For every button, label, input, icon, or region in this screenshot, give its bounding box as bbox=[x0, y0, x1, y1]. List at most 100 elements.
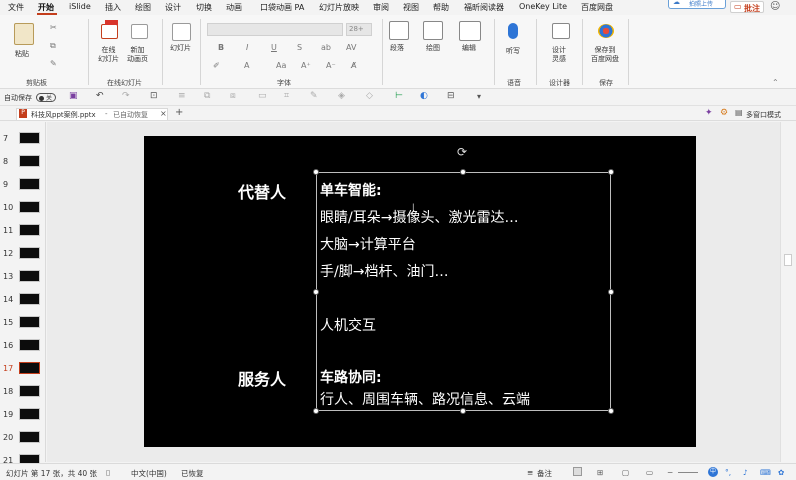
design-ideas-icon[interactable] bbox=[552, 23, 570, 39]
shape-icon[interactable]: ▭ bbox=[258, 91, 267, 101]
pen-icon[interactable]: ✎ bbox=[310, 91, 318, 101]
drawing-icon[interactable] bbox=[423, 21, 443, 40]
menu-help[interactable]: 帮助 bbox=[433, 2, 449, 13]
rotate-handle-icon[interactable]: ⟳ bbox=[457, 145, 467, 159]
smiley-icon[interactable]: ☺ bbox=[770, 1, 780, 12]
slide-thumbnail[interactable]: 7 bbox=[0, 128, 46, 148]
char-spacing-icon[interactable]: AV bbox=[346, 43, 356, 52]
menu-file[interactable]: 文件 bbox=[8, 2, 24, 13]
menu-animations[interactable]: 动画 bbox=[226, 2, 242, 13]
keyboard-icon[interactable]: ⌨ bbox=[760, 468, 771, 477]
layer-icon[interactable]: ⧈ bbox=[230, 91, 236, 101]
slide-thumbnail[interactable]: 11 bbox=[0, 220, 46, 240]
highlight-icon[interactable]: ✐ bbox=[213, 61, 220, 70]
cut-icon[interactable]: ✂ bbox=[50, 23, 57, 32]
baidu-netdisk-icon[interactable] bbox=[598, 24, 614, 38]
collapse-ribbon-icon[interactable]: ⌃ bbox=[772, 78, 779, 87]
language-status[interactable]: 中文(中国) bbox=[131, 468, 167, 479]
slide-thumbnail[interactable]: 12 bbox=[0, 243, 46, 263]
scroll-thumb[interactable] bbox=[784, 254, 792, 266]
resize-handle[interactable] bbox=[608, 289, 614, 295]
close-tab-icon[interactable]: × bbox=[160, 109, 167, 118]
menu-view[interactable]: 视图 bbox=[403, 2, 419, 13]
menu-design[interactable]: 设计 bbox=[165, 2, 181, 13]
document-tab[interactable]: P 科技风ppt案例.pptx - 已自动恢复 × bbox=[16, 108, 168, 120]
slide-thumbnail[interactable]: 18 bbox=[0, 381, 46, 401]
notes-label[interactable]: 备注 bbox=[537, 468, 552, 479]
slide-thumbnail[interactable]: 9 bbox=[0, 174, 46, 194]
menu-insert[interactable]: 插入 bbox=[105, 2, 121, 13]
comment-button[interactable]: ▭ 批注 bbox=[730, 1, 764, 13]
arrange-icon[interactable]: ⊟ bbox=[447, 91, 455, 101]
new-tab-icon[interactable]: + bbox=[175, 107, 183, 118]
slide-label-serve-human[interactable]: 服务人 bbox=[238, 366, 286, 390]
menu-slideshow[interactable]: 幻灯片放映 bbox=[319, 2, 359, 13]
new-anim-page-icon[interactable] bbox=[131, 24, 148, 39]
spellcheck-icon[interactable]: ▯ bbox=[106, 468, 110, 477]
online-slides-icon[interactable] bbox=[101, 24, 118, 39]
slide-text-line[interactable]: 行人、周围车辆、路况信息、云端 bbox=[320, 389, 530, 409]
editing-icon[interactable] bbox=[459, 21, 481, 41]
multiwindow-label[interactable]: 多窗口模式 bbox=[746, 110, 781, 120]
resize-handle[interactable] bbox=[608, 408, 614, 414]
present-icon[interactable]: ⊡ bbox=[150, 91, 158, 101]
strikethrough-icon[interactable]: ab bbox=[321, 43, 331, 52]
resize-handle[interactable] bbox=[460, 169, 466, 175]
slide-thumbnail[interactable]: 14 bbox=[0, 289, 46, 309]
vertical-scrollbar[interactable] bbox=[780, 122, 796, 462]
distribute-icon[interactable]: ⊢ bbox=[395, 91, 403, 101]
slide-text-line[interactable]: 人机交互 bbox=[320, 315, 376, 335]
resize-handle[interactable] bbox=[313, 169, 319, 175]
font-color-icon[interactable]: A bbox=[244, 61, 249, 70]
slide-text-line[interactable]: 车路协同: bbox=[320, 367, 382, 387]
microphone-icon[interactable] bbox=[508, 23, 518, 39]
menu-foxit[interactable]: 福昕阅读器 bbox=[464, 2, 504, 13]
autosave-toggle[interactable]: 关 bbox=[36, 93, 56, 102]
toolbox-icon[interactable]: ✿ bbox=[778, 468, 784, 477]
slide-text-line[interactable]: 单车智能: bbox=[320, 180, 382, 200]
group-icon[interactable]: ⧉ bbox=[204, 91, 210, 101]
italic-icon[interactable]: I bbox=[246, 43, 248, 52]
slide-text-line[interactable]: 手/脚→档杆、油门… bbox=[320, 261, 448, 281]
slide-thumbnail[interactable]: 10 bbox=[0, 197, 46, 217]
save-icon[interactable]: ▣ bbox=[69, 91, 78, 101]
slide-thumbnail[interactable]: 20 bbox=[0, 427, 46, 447]
copy-icon[interactable]: ⧉ bbox=[50, 41, 56, 51]
slide-thumbnail[interactable]: 13 bbox=[0, 266, 46, 286]
shape-fill-icon[interactable]: ◐ bbox=[420, 91, 428, 101]
ime-indicator[interactable]: 中 bbox=[708, 467, 718, 477]
menu-baidu[interactable]: 百度网盘 bbox=[581, 2, 613, 13]
change-case-icon[interactable]: Aa bbox=[276, 61, 286, 70]
menu-islide[interactable]: iSlide bbox=[69, 2, 91, 11]
shadow-icon[interactable]: S bbox=[297, 43, 302, 52]
clear-format-icon[interactable]: A̸ bbox=[351, 61, 356, 70]
menu-draw[interactable]: 绘图 bbox=[135, 2, 151, 13]
outline-icon[interactable]: ◇ bbox=[366, 91, 373, 101]
bold-icon[interactable]: B bbox=[218, 43, 224, 52]
wand-icon[interactable]: ✦ bbox=[705, 108, 713, 118]
zoom-slider[interactable] bbox=[678, 472, 698, 473]
slide-sorter-icon[interactable]: ⊞ bbox=[597, 468, 603, 477]
normal-view-icon[interactable] bbox=[573, 467, 582, 476]
menu-pocket-anim[interactable]: 口袋动画 PA bbox=[260, 2, 304, 13]
slide-text-line[interactable]: 大脑→计算平台 bbox=[320, 234, 416, 254]
resize-handle[interactable] bbox=[313, 289, 319, 295]
customize-qat-icon[interactable]: ▾ bbox=[477, 92, 481, 101]
shrink-font-icon[interactable]: A⁻ bbox=[326, 61, 336, 70]
slide-icon[interactable] bbox=[172, 23, 191, 41]
resize-handle[interactable] bbox=[460, 408, 466, 414]
format-painter-icon[interactable]: ✎ bbox=[50, 59, 57, 68]
slide-thumbnail[interactable]: 17 bbox=[0, 358, 46, 378]
slide-thumbnail[interactable]: 15 bbox=[0, 312, 46, 332]
menu-home[interactable]: 开始 bbox=[38, 2, 54, 13]
punctuation-icon[interactable]: °, bbox=[725, 468, 731, 477]
resize-handle[interactable] bbox=[313, 408, 319, 414]
slideshow-view-icon[interactable]: ▭ bbox=[646, 468, 653, 477]
font-name-input[interactable] bbox=[207, 23, 343, 36]
crop-icon[interactable]: ⌗ bbox=[284, 91, 289, 101]
menu-review[interactable]: 审阅 bbox=[373, 2, 389, 13]
upload-button[interactable]: ☁ 拍照上传 bbox=[668, 0, 726, 9]
slide-label-replace-human[interactable]: 代替人 bbox=[238, 179, 286, 203]
underline-icon[interactable]: U bbox=[271, 43, 277, 52]
slide-text-line[interactable]: 眼睛/耳朵→摄像头、激光雷达… bbox=[320, 207, 518, 227]
